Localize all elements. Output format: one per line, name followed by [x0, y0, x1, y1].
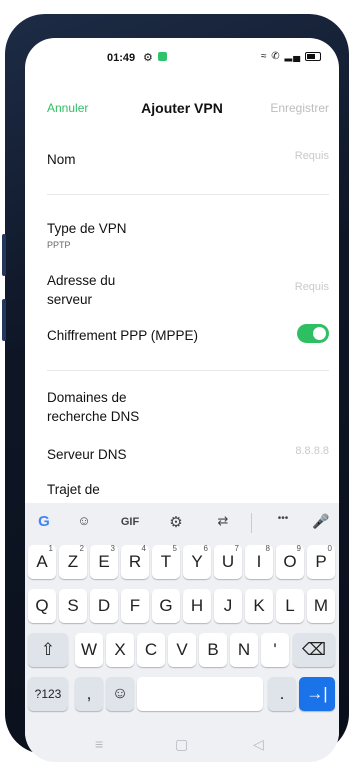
route-field[interactable]: Trajet de [47, 480, 329, 499]
key-g[interactable]: G [152, 589, 180, 623]
key-apostrophe[interactable]: ' [261, 633, 289, 667]
key-i[interactable]: I8 [245, 544, 273, 579]
key-t[interactable]: T5 [152, 544, 180, 579]
home-nav-icon[interactable]: ▢ [175, 736, 188, 753]
server-label-line2: serveur [47, 292, 93, 307]
gif-button[interactable]: GIF [115, 513, 145, 535]
volume-up-button [2, 234, 6, 276]
key-z[interactable]: Z2 [59, 544, 87, 579]
backspace-key[interactable]: ⌫ [293, 633, 335, 667]
key-u[interactable]: U7 [214, 544, 242, 579]
key-n[interactable]: N [230, 633, 258, 667]
divider [47, 370, 329, 371]
status-bar: 01:49 ⚙ ≈ ✆ ▂▄ [25, 48, 339, 68]
phone-frame: 01:49 ⚙ ≈ ✆ ▂▄ Ajouter VPN Annuler Enreg… [2, 14, 349, 762]
settings-notification-icon: ⚙ [143, 52, 153, 64]
mppe-label: Chiffrement PPP (MPPE) [47, 328, 199, 343]
status-icons: ≈ ✆ ▂▄ [261, 51, 321, 62]
comma-key[interactable]: , [75, 677, 103, 711]
signal-icon: ▂▄ [284, 51, 302, 62]
shift-key[interactable]: ⇧ [28, 633, 68, 667]
key-q[interactable]: Q [28, 589, 56, 623]
key-j[interactable]: J [214, 589, 242, 623]
key-f[interactable]: F [121, 589, 149, 623]
key-r[interactable]: R4 [121, 544, 149, 579]
key-v[interactable]: V [168, 633, 196, 667]
wifi-icon: ≈ [260, 51, 268, 62]
key-k[interactable]: K [245, 589, 273, 623]
save-button[interactable]: Enregistrer [270, 101, 329, 115]
key-x[interactable]: X [106, 633, 134, 667]
dns-search-line2: recherche DNS [47, 409, 140, 424]
name-label: Nom [47, 152, 76, 167]
cancel-button[interactable]: Annuler [47, 101, 88, 115]
key-w[interactable]: W [75, 633, 103, 667]
toolbar-divider [251, 513, 252, 533]
period-key[interactable]: . [268, 677, 296, 711]
dns-search-field[interactable]: Domaines de recherche DNS [47, 388, 329, 426]
dns-server-field[interactable]: Serveur DNS 8.8.8.8 [47, 445, 329, 464]
translate-icon[interactable]: ⇄ [212, 513, 234, 535]
mppe-toggle[interactable] [297, 324, 329, 343]
key-l[interactable]: L [276, 589, 304, 623]
route-label: Trajet de [47, 482, 100, 497]
mppe-row: Chiffrement PPP (MPPE) [47, 324, 329, 345]
vpn-type-value: PPTP [47, 240, 71, 250]
key-m[interactable]: M [307, 589, 335, 623]
navigation-bar: ≡ ▢ ◁ [25, 730, 339, 762]
keyboard: G ☺ GIF ⚙ ⇄ ••• 🎤 A1 Z2 E3 R4 T5 Y6 U7 I… [25, 503, 339, 762]
vpn-type-field[interactable]: Type de VPN PPTP [47, 219, 329, 250]
status-time: 01:49 [107, 52, 136, 64]
dns-search-line1: Domaines de [47, 390, 127, 405]
key-b[interactable]: B [199, 633, 227, 667]
server-input[interactable]: Requis [295, 281, 329, 293]
key-s[interactable]: S [59, 589, 87, 623]
key-h[interactable]: H [183, 589, 211, 623]
microphone-icon[interactable]: 🎤 [310, 513, 332, 535]
key-d[interactable]: D [90, 589, 118, 623]
name-input[interactable]: Requis [295, 150, 329, 162]
menu-nav-icon[interactable]: ≡ [95, 736, 103, 752]
key-y[interactable]: Y6 [183, 544, 211, 579]
app-notification-icon [158, 52, 167, 61]
emoji-key[interactable]: ☺ [106, 677, 134, 711]
key-c[interactable]: C [137, 633, 165, 667]
space-key[interactable] [137, 677, 263, 711]
google-icon[interactable]: G [33, 513, 55, 535]
top-bar: Ajouter VPN Annuler Enregistrer [25, 98, 339, 124]
vpn-type-label: Type de VPN [47, 221, 127, 236]
dns-server-input[interactable]: 8.8.8.8 [295, 445, 329, 457]
call-icon: ✆ [271, 51, 281, 62]
screen: 01:49 ⚙ ≈ ✆ ▂▄ Ajouter VPN Annuler Enreg… [25, 38, 339, 762]
enter-key[interactable]: →| [299, 677, 335, 711]
settings-icon[interactable]: ⚙ [165, 513, 187, 535]
key-a[interactable]: A1 [28, 544, 56, 579]
divider [47, 194, 329, 195]
more-button[interactable]: ••• [268, 513, 298, 535]
volume-down-button [2, 299, 6, 341]
name-field[interactable]: Nom Requis [47, 150, 329, 169]
sticker-icon[interactable]: ☺ [73, 513, 95, 535]
key-o[interactable]: O9 [276, 544, 304, 579]
key-e[interactable]: E3 [90, 544, 118, 579]
symbols-key[interactable]: ?123 [28, 677, 68, 711]
key-p[interactable]: P0 [307, 544, 335, 579]
server-address-field[interactable]: Adresse du serveur Requis [47, 271, 329, 309]
battery-icon [305, 51, 321, 61]
server-label-line1: Adresse du [47, 273, 116, 288]
back-nav-icon[interactable]: ◁ [253, 736, 264, 753]
dns-server-label: Serveur DNS [47, 447, 127, 462]
